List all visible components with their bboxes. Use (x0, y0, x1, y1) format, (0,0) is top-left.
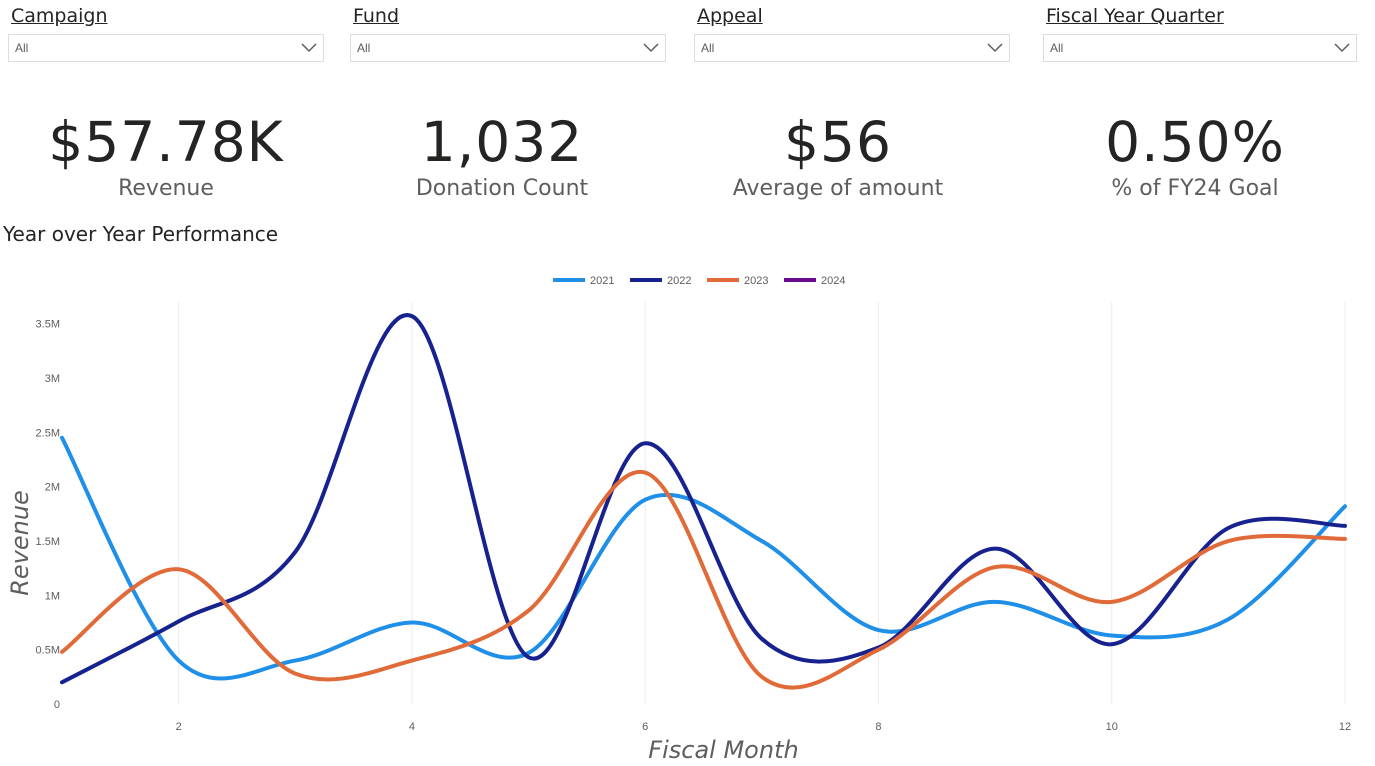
y-tick-label: 2.5M (36, 427, 60, 439)
y-tick-label: 1.5M (36, 536, 60, 548)
fy24-goal-card: 0.50% % of FY24 Goal (1035, 110, 1355, 201)
legend-label: 2021 (590, 275, 614, 287)
campaign-slicer-title: Campaign (11, 5, 108, 27)
legend-label: 2022 (667, 275, 691, 287)
fiscal-year-quarter-slicer-title: Fiscal Year Quarter (1046, 5, 1224, 27)
campaign-slicer: Campaign All (8, 4, 324, 62)
campaign-dropdown[interactable]: All (8, 34, 324, 62)
y-axis-label: Revenue (6, 490, 34, 596)
fy24-goal-label: % of FY24 Goal (1111, 176, 1279, 201)
chevron-down-icon (1334, 43, 1350, 53)
legend-label: 2023 (744, 275, 768, 287)
appeal-dropdown[interactable]: All (694, 34, 1010, 62)
legend-label: 2024 (821, 275, 845, 287)
y-tick-label: 1M (45, 590, 60, 602)
x-tick-label: 4 (409, 721, 415, 733)
fund-slicer: Fund All (350, 4, 666, 62)
y-tick-label: 3.5M (36, 319, 60, 331)
y-tick-label: 0.5M (36, 645, 60, 657)
x-tick-label: 10 (1106, 721, 1118, 733)
fiscal-year-quarter-slicer: Fiscal Year Quarter All (1043, 4, 1357, 62)
y-tick-label: 3M (45, 373, 60, 385)
donation-count-label: Donation Count (415, 176, 589, 201)
series-line-2021 (60, 435, 1347, 681)
fund-slicer-title: Fund (353, 5, 400, 27)
chevron-down-icon (987, 43, 1003, 53)
appeal-slicer: Appeal All (694, 4, 1010, 62)
donation-count-value: 1,032 (420, 110, 584, 174)
revenue-card: $57.78K Revenue (6, 110, 326, 201)
campaign-dropdown-value: All (15, 41, 29, 55)
x-axis-label: Fiscal Month (648, 736, 798, 764)
revenue-label: Revenue (118, 176, 214, 201)
x-tick-label: 12 (1339, 721, 1351, 733)
series-line-2022 (60, 313, 1347, 685)
y-tick-label: 2M (45, 482, 60, 494)
average-amount-label: Average of amount (732, 176, 944, 201)
year-over-year-line-chart: 2 4 6 8 10 12 0 0.5M 1M 1.5M 2M 2.5M 3M 3.5M Fiscal Mo… (6, 275, 1351, 764)
fy24-goal-value: 0.50% (1105, 110, 1285, 174)
x-tick-label: 2 (176, 721, 182, 733)
average-amount-value: $56 (784, 110, 892, 174)
fund-dropdown-value: All (357, 41, 371, 55)
chevron-down-icon (643, 43, 659, 53)
y-tick-label: 0 (54, 699, 60, 711)
donation-count-card: 1,032 Donation Count (342, 110, 662, 201)
fiscal-year-quarter-dropdown-value: All (1050, 41, 1064, 55)
x-tick-label: 6 (642, 721, 648, 733)
x-tick-label: 8 (875, 721, 881, 733)
appeal-dropdown-value: All (701, 41, 715, 55)
chart-title: Year over Year Performance (3, 222, 279, 246)
average-amount-card: $56 Average of amount (678, 110, 998, 201)
revenue-value: $57.78K (48, 110, 284, 174)
appeal-slicer-title: Appeal (697, 5, 763, 27)
fund-dropdown[interactable]: All (350, 34, 666, 62)
fiscal-year-quarter-dropdown[interactable]: All (1043, 34, 1357, 62)
chevron-down-icon (301, 43, 317, 53)
